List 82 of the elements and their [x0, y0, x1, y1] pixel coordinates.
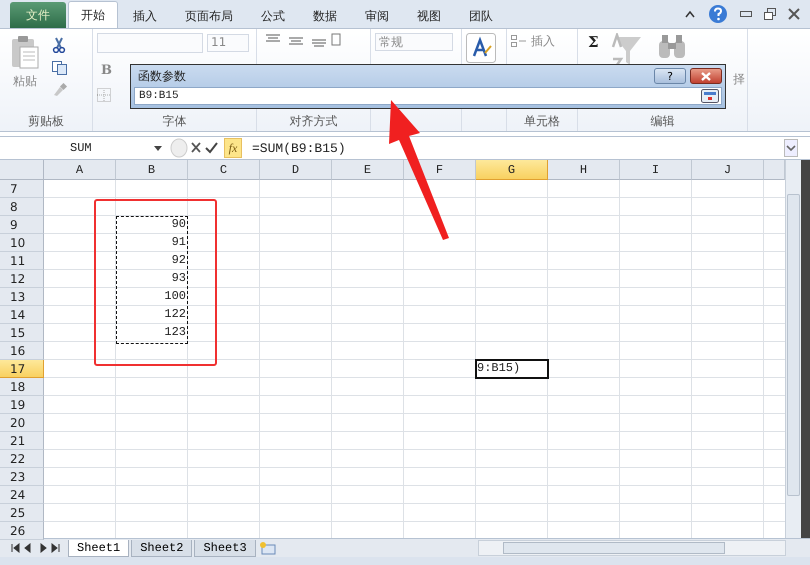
column-header[interactable]: I [620, 160, 692, 180]
expand-formula-icon[interactable] [784, 139, 798, 157]
file-tab[interactable]: 文件 [10, 2, 66, 28]
row-header[interactable]: 13 [0, 288, 44, 306]
row-header[interactable]: 20 [0, 414, 44, 432]
group-label: 编辑 [650, 113, 676, 130]
ribbon-tab[interactable]: 页面布局 [172, 4, 246, 28]
ribbon-tab[interactable]: 视图 [404, 4, 454, 28]
row-header[interactable]: 11 [0, 252, 44, 270]
close-icon [700, 72, 712, 80]
ribbon-tab[interactable]: 公式 [248, 4, 298, 28]
column-header[interactable]: J [692, 160, 764, 180]
insert-function-button[interactable]: fx [224, 138, 242, 158]
ribbon-tab[interactable]: 数据 [300, 4, 350, 28]
formula-input-field[interactable]: =SUM(B9:B15) [246, 140, 780, 156]
row-header[interactable]: 19 [0, 396, 44, 414]
styles-icon[interactable] [466, 33, 496, 63]
row-header[interactable]: 22 [0, 450, 44, 468]
row-header[interactable]: 10 [0, 234, 44, 252]
range-input-field[interactable]: B9:B15 [134, 87, 722, 105]
group-label: 剪贴板 [27, 113, 65, 130]
row-header[interactable]: 8 [0, 198, 44, 216]
name-box[interactable]: SUM [10, 139, 166, 157]
vertical-scrollbar[interactable] [785, 160, 801, 538]
row-header[interactable]: 9 [0, 216, 44, 234]
row-header[interactable]: 16 [0, 342, 44, 360]
insert-cells-button[interactable]: 插入 [531, 32, 555, 50]
table-cell-text: 122 [163, 306, 187, 323]
ribbon-tab[interactable]: 审阅 [352, 4, 402, 28]
active-cell[interactable]: 9:B15) [475, 359, 549, 379]
row-header[interactable]: 21 [0, 432, 44, 450]
table-cell-text: 92 [170, 252, 187, 269]
formula-buttons-drawing[interactable] [170, 138, 220, 158]
minimize-icon[interactable] [740, 11, 752, 17]
binoculars-icon[interactable] [656, 33, 687, 59]
close-icon[interactable] [788, 8, 800, 20]
row-header[interactable]: 25 [0, 504, 44, 522]
sheet-tab[interactable]: Sheet2 [131, 540, 192, 556]
row-header[interactable]: 14 [0, 306, 44, 324]
dropdown-arrow-icon[interactable] [154, 146, 162, 150]
row-header[interactable]: 23 [0, 468, 44, 486]
table-cell-text: 100 [163, 288, 187, 305]
sheet-tab[interactable]: Sheet3 [194, 540, 256, 556]
group-label: 字体 [162, 113, 188, 130]
row-header[interactable]: 18 [0, 378, 44, 396]
dialog-title: 函数参数 [138, 68, 186, 84]
table-cell-text: 123 [163, 324, 187, 341]
row-header[interactable]: 17 [0, 360, 44, 378]
column-header[interactable]: D [260, 160, 332, 180]
clipboard-icon[interactable] [10, 35, 40, 69]
row-header[interactable]: 12 [0, 270, 44, 288]
group-label: 单元格 [523, 113, 561, 130]
restore-icon[interactable] [764, 8, 776, 20]
column-header[interactable]: A [44, 160, 116, 180]
number-format-dropdown[interactable]: 常规 [375, 33, 453, 51]
sheet-tab[interactable]: Sheet1 [68, 540, 130, 556]
expand-dialog-icon[interactable] [701, 89, 719, 103]
horizontal-scrollbar[interactable] [478, 540, 786, 556]
help-button[interactable]: ? [654, 68, 686, 84]
column-header[interactable]: G [476, 160, 548, 180]
row-header[interactable]: 7 [0, 180, 44, 198]
ribbon-tab[interactable]: 开始 [68, 1, 118, 28]
copy-icon[interactable] [52, 61, 68, 75]
insert-cells-icon[interactable] [511, 35, 527, 47]
column-header[interactable]: E [332, 160, 404, 180]
ribbon-tab[interactable]: 插入 [120, 4, 170, 28]
help-icon[interactable] [708, 4, 728, 24]
row-header[interactable]: 15 [0, 324, 44, 342]
group-label: 对齐方式 [288, 113, 338, 130]
collapse-ribbon-icon[interactable] [684, 9, 696, 19]
ribbon-tab[interactable]: 团队 [456, 4, 506, 28]
row-header[interactable]: 26 [0, 522, 44, 540]
table-cell-text: 91 [170, 234, 187, 251]
new-sheet-icon[interactable] [258, 541, 276, 555]
column-header[interactable]: H [548, 160, 620, 180]
column-header[interactable]: C [188, 160, 260, 180]
table-cell-text: 93 [170, 270, 187, 287]
table-cell-text: 90 [170, 216, 187, 233]
close-button[interactable] [690, 68, 722, 84]
row-header[interactable]: 24 [0, 486, 44, 504]
scissors-icon[interactable] [52, 37, 66, 53]
column-header[interactable]: B [116, 160, 188, 180]
